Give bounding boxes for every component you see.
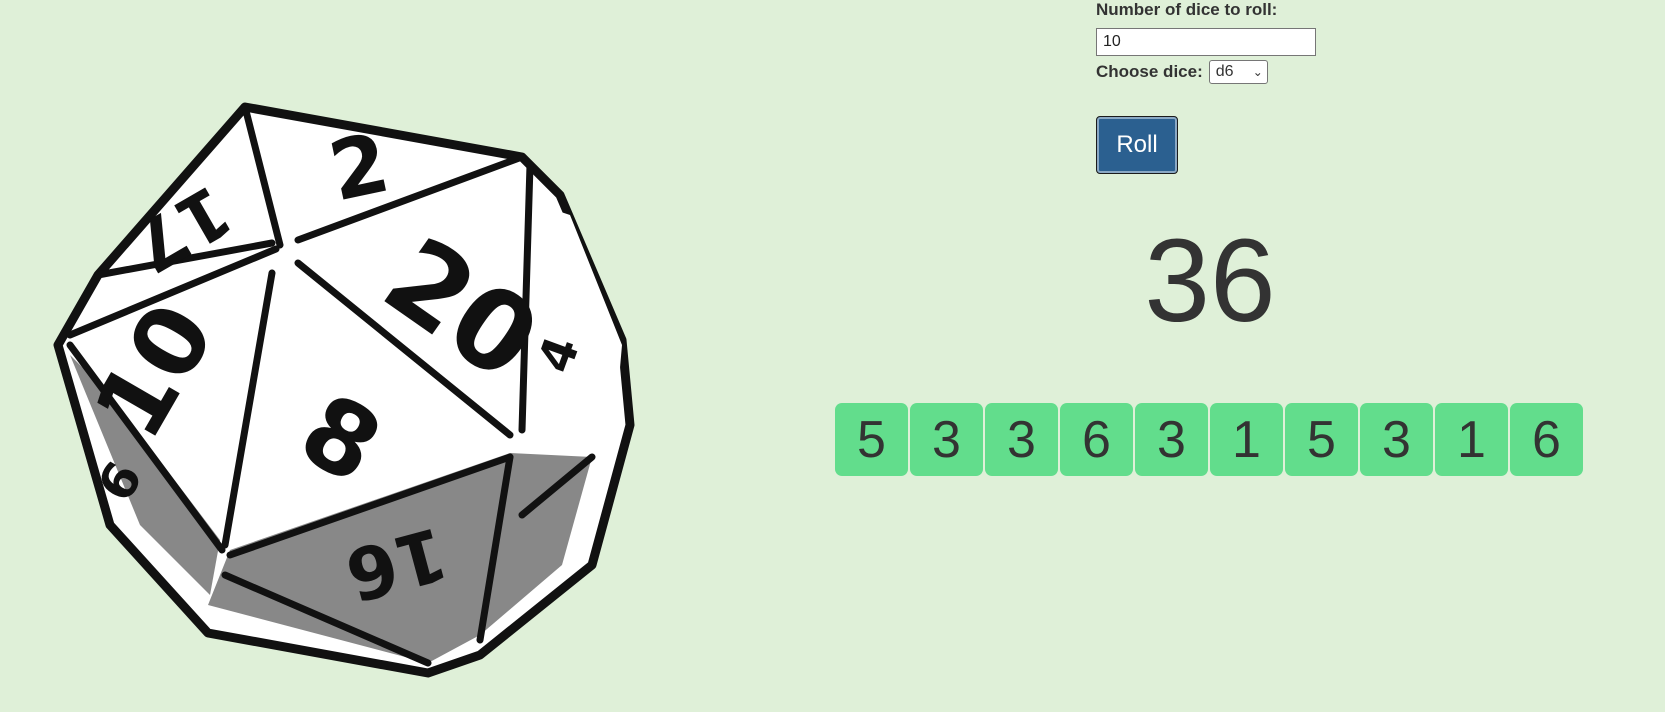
roll-button[interactable]: Roll [1096, 116, 1178, 174]
choose-dice-row: Choose dice: d6 ⌄ [1096, 60, 1396, 84]
dice-count-label: Number of dice to roll: [1096, 0, 1278, 19]
d20-icon: 2 20 17 10 8 4 16 6 [53, 102, 635, 678]
die-result: 1 [1435, 403, 1508, 476]
die-result: 3 [910, 403, 983, 476]
die-result: 5 [1285, 403, 1358, 476]
dice-count-input[interactable] [1096, 28, 1316, 56]
roll-total: 36 [1144, 215, 1276, 347]
die-result: 3 [1135, 403, 1208, 476]
die-result: 5 [835, 403, 908, 476]
die-result: 3 [1360, 403, 1433, 476]
dice-type-select[interactable]: d6 ⌄ [1208, 60, 1268, 84]
die-result: 3 [985, 403, 1058, 476]
die-result: 1 [1210, 403, 1283, 476]
roll-form: Number of dice to roll: Choose dice: d6 … [1096, 0, 1396, 174]
d20-illustration: 2 20 17 10 8 4 16 6 [40, 95, 650, 685]
chevron-down-icon: ⌄ [1252, 65, 1263, 79]
die-result: 6 [1060, 403, 1133, 476]
choose-dice-label: Choose dice: [1096, 62, 1203, 81]
dice-type-value: d6 [1215, 63, 1234, 80]
dice-results: 5 3 3 6 3 1 5 3 1 6 [835, 403, 1583, 476]
die-result: 6 [1510, 403, 1583, 476]
